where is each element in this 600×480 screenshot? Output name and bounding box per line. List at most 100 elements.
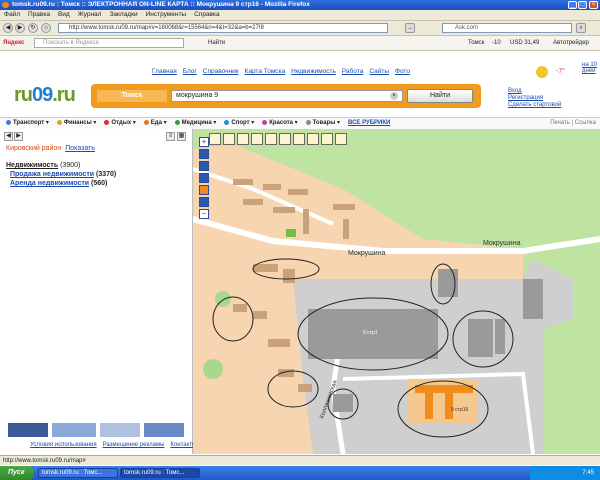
zoom-level[interactable]: [199, 173, 209, 183]
search-icon[interactable]: ⌕: [576, 23, 586, 33]
task-button[interactable]: tomsk.ru09.ru : Томс...: [120, 468, 200, 478]
beauty-icon: [262, 119, 268, 125]
login-link[interactable]: Вход: [508, 88, 561, 95]
grid-view-icon[interactable]: ▦: [177, 132, 186, 141]
zoom-level[interactable]: [199, 185, 209, 195]
show-district-link[interactable]: Показать: [65, 145, 95, 152]
banner-ad[interactable]: [100, 423, 140, 437]
yandex-find-button[interactable]: Найти: [208, 36, 225, 50]
menu-history[interactable]: Журнал: [74, 10, 106, 20]
accessibility-icon[interactable]: [223, 133, 235, 145]
minimize-button[interactable]: _: [568, 1, 577, 9]
panel-back-icon[interactable]: ◀: [4, 132, 13, 141]
navigation-toolbar: ◀ ▶ ↻ ⌂ http://www.tomsk.ru09.ru/map#v=1…: [0, 21, 600, 36]
city-map[interactable]: Мокрушина Мокрушина Колпашевская 9 стр1 …: [193, 129, 600, 454]
start-button[interactable]: Пуск: [0, 466, 34, 480]
menu-view[interactable]: Вид: [54, 10, 74, 20]
cat-label: Еда: [150, 120, 162, 126]
zoom-out-icon[interactable]: −: [199, 209, 209, 219]
sun-icon: [536, 66, 548, 78]
nav-directory[interactable]: Справочник: [203, 68, 239, 75]
ads-link[interactable]: Размещение рекламы: [103, 442, 165, 448]
clear-icon[interactable]: ×: [390, 92, 398, 100]
yandex-temp: -10: [492, 40, 501, 46]
nav-realty[interactable]: Недвижимость: [291, 68, 336, 75]
cat-finance[interactable]: Финансы ▾: [56, 118, 96, 129]
cat-beauty[interactable]: Красота ▾: [262, 118, 298, 129]
all-rubrics-link[interactable]: ВСЕ РУБРИКИ: [348, 118, 390, 129]
menu-tools[interactable]: Инструменты: [142, 10, 191, 20]
share-link[interactable]: Ссылка: [575, 120, 596, 126]
yandex-city[interactable]: Томск: [468, 36, 484, 50]
banner-ad[interactable]: [52, 423, 96, 437]
layers-icon[interactable]: [265, 133, 277, 145]
back-icon[interactable]: ◀: [3, 23, 13, 33]
url-input[interactable]: http://www.tomsk.ru09.ru/map#v=180068&r=…: [58, 23, 388, 33]
cat-leisure[interactable]: Отдых ▾: [104, 118, 136, 129]
register-link[interactable]: Регистрация: [508, 95, 561, 102]
zoom-in-icon[interactable]: +: [199, 137, 209, 147]
maximize-button[interactable]: □: [578, 1, 587, 9]
query-input[interactable]: мокрушина 9 ×: [171, 90, 403, 102]
cat-medicine[interactable]: Медицина ▾: [174, 118, 216, 129]
route-icon[interactable]: [279, 133, 291, 145]
list-item[interactable]: Недвижимость (3900): [6, 161, 116, 170]
query-text: мокрушина 9: [176, 92, 219, 99]
yandex-logo[interactable]: Яндекс: [3, 36, 24, 50]
sport-icon: [224, 119, 230, 125]
site-top-nav: Главная Блог Справочник Карта Томска Недвижи…: [152, 68, 416, 75]
zoom-level[interactable]: [199, 161, 209, 171]
measure-icon[interactable]: [237, 133, 249, 145]
list-view-icon[interactable]: ≡: [166, 132, 175, 141]
yandex-search-input[interactable]: Поискать в Яндексе: [34, 38, 184, 48]
cat-sport[interactable]: Спорт ▾: [224, 118, 254, 129]
print-link[interactable]: Печать: [550, 120, 570, 126]
zoom-level[interactable]: [199, 197, 209, 207]
result-label: Аренда недвижимости: [10, 180, 90, 187]
panel-forward-icon[interactable]: ▶: [14, 132, 23, 141]
zoom-level[interactable]: [199, 149, 209, 159]
cat-transport[interactable]: Транспорт ▾: [6, 118, 49, 129]
make-home-link[interactable]: Сделать стартовой: [508, 102, 561, 109]
list-item[interactable]: Аренда недвижимости (560): [10, 179, 116, 188]
nav-sites[interactable]: Сайты: [369, 68, 389, 75]
nav-photo[interactable]: Фото: [395, 68, 410, 75]
banner-ad[interactable]: [144, 423, 184, 437]
terms-link[interactable]: Условия использования: [30, 442, 97, 448]
cat-label: Товары: [312, 120, 336, 126]
nav-blog[interactable]: Блог: [183, 68, 197, 75]
zoom-control[interactable]: + −: [199, 137, 209, 219]
browser-search-input[interactable]: Ask.com: [442, 23, 572, 33]
cat-goods[interactable]: Товары ▾: [305, 118, 340, 129]
reload-icon[interactable]: ↻: [28, 23, 38, 33]
home-icon[interactable]: ⌂: [41, 23, 51, 33]
yandex-currency[interactable]: USD 31,49: [510, 36, 539, 50]
forward-icon[interactable]: ▶: [15, 23, 25, 33]
weather-forecast-link[interactable]: на 10 дней: [582, 62, 600, 74]
menu-edit[interactable]: Правка: [24, 10, 54, 20]
banner-ad[interactable]: [8, 423, 48, 437]
ruler-icon[interactable]: [321, 133, 333, 145]
bulb-icon[interactable]: [307, 133, 319, 145]
find-button[interactable]: Найти: [407, 89, 473, 103]
map-canvas[interactable]: Мокрушина Мокрушина Колпашевская 9 стр1 …: [193, 129, 600, 454]
nav-home[interactable]: Главная: [152, 68, 177, 75]
cat-food[interactable]: Еда ▾: [143, 118, 167, 129]
menu-bookmarks[interactable]: Закладки: [105, 10, 141, 20]
go-icon[interactable]: →: [405, 23, 415, 33]
pin-icon[interactable]: [335, 133, 347, 145]
close-button[interactable]: ×: [589, 1, 598, 9]
city-select[interactable]: Томск: [97, 90, 167, 102]
menu-file[interactable]: Файл: [0, 10, 24, 20]
bus-icon: [6, 119, 11, 125]
nav-jobs[interactable]: Работа: [342, 68, 363, 75]
site-logo[interactable]: ru09.ru: [14, 84, 76, 107]
info-icon[interactable]: [209, 133, 221, 145]
list-item[interactable]: Продажа недвижимости (3370): [10, 170, 116, 179]
task-button[interactable]: tomsk.ru09.ru : Томс...: [38, 468, 118, 478]
nav-map[interactable]: Карта Томска: [245, 68, 286, 75]
bus-icon[interactable]: [293, 133, 305, 145]
yandex-autotrade[interactable]: Автотрейдер: [553, 36, 589, 50]
menu-help[interactable]: Справка: [190, 10, 224, 20]
flag-icon[interactable]: [251, 133, 263, 145]
